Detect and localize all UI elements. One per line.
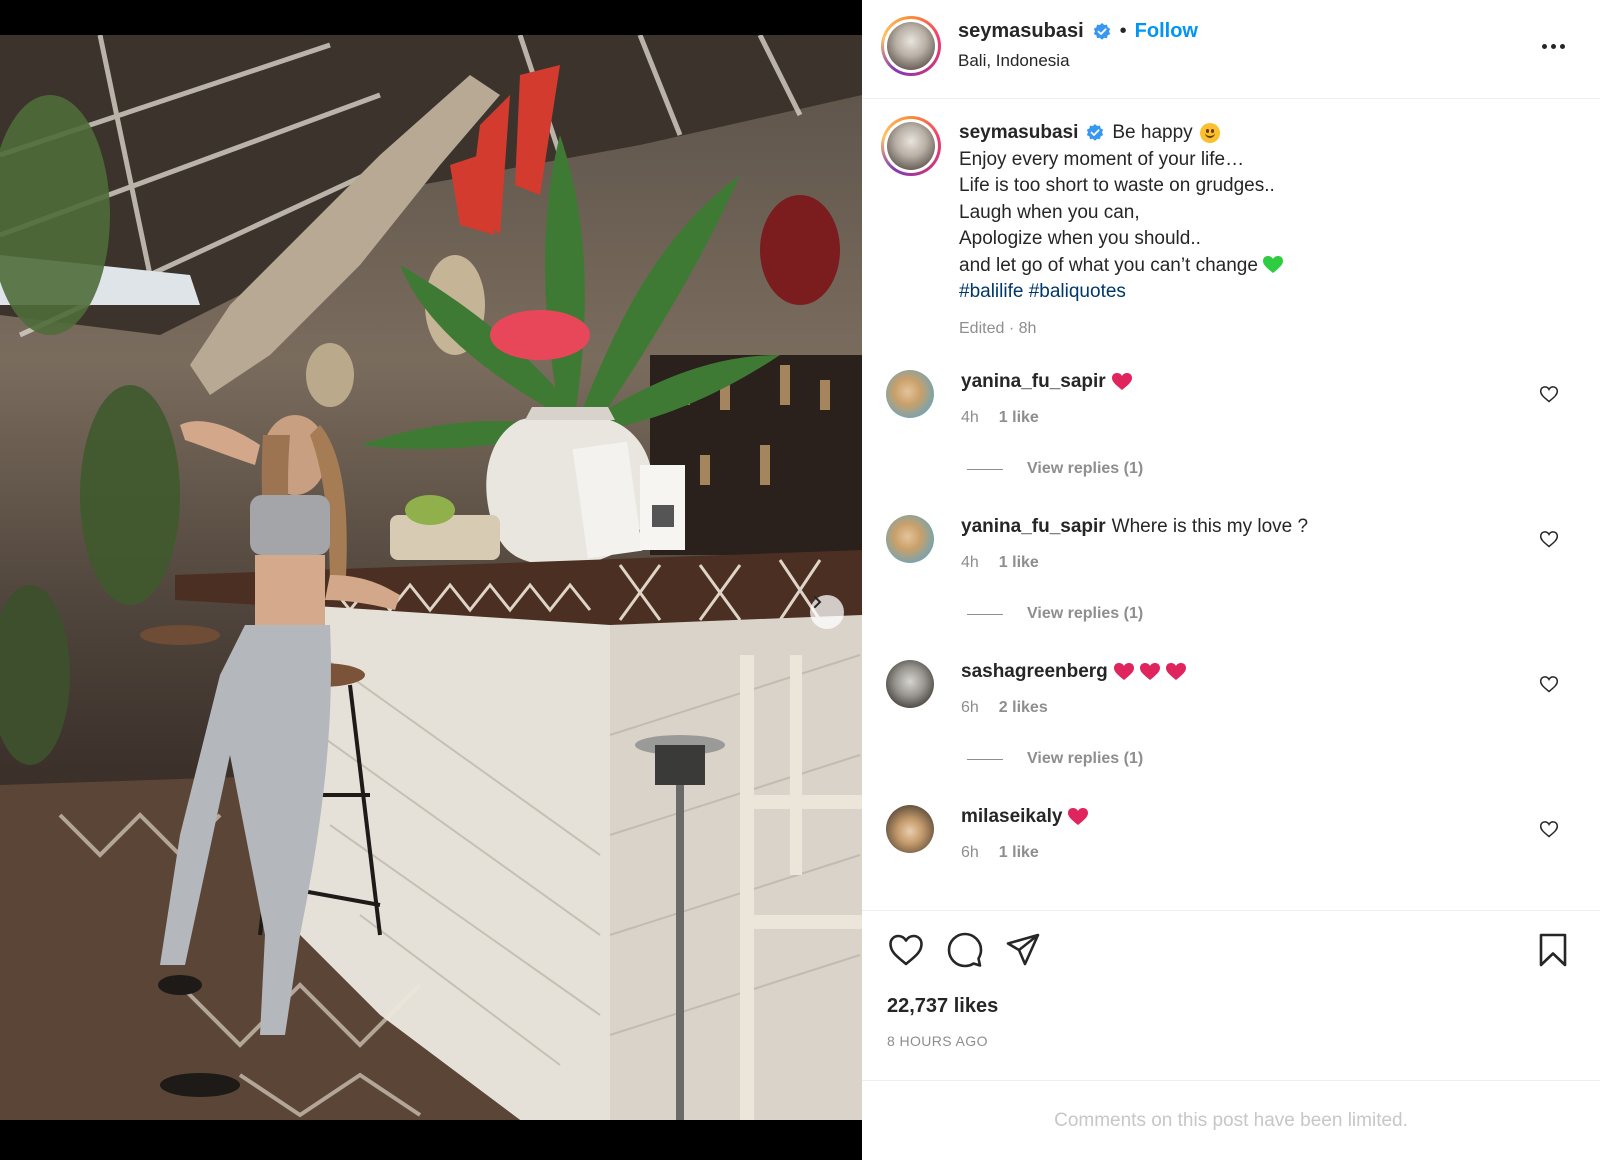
view-replies-button[interactable]: View replies (1) [967,605,1143,623]
more-options-icon[interactable] [1538,36,1568,56]
post-actions: 22,737 likes 8 HOURS AGO [862,910,1600,1080]
post-photo[interactable] [0,35,862,1120]
caption-line: Apologize when you should.. [959,228,1201,249]
comment-like-heart-icon[interactable] [1539,384,1559,404]
commenter-avatar[interactable] [886,805,934,853]
caption-username[interactable]: seymasubasi [959,120,1078,147]
view-replies-button[interactable]: View replies (1) [967,460,1143,478]
commenter-username[interactable]: yanina_fu_sapir [961,516,1106,538]
commenter-avatar[interactable] [886,660,934,708]
likes-count[interactable]: 22,737 likes [887,995,998,1018]
next-media-button[interactable] [810,595,844,629]
comment-like-heart-icon[interactable] [1539,529,1559,549]
commenter-username[interactable]: yanina_fu_sapir [961,371,1106,393]
chevron-right-icon [814,596,822,608]
caption-author-avatar[interactable] [881,116,941,176]
caption-line: Enjoy every moment of your life… [959,148,1245,170]
caption-line-with-emoji: and let go of what you can’t change [959,253,1579,280]
comment-likes[interactable]: 2 likes [999,699,1048,717]
post-time-ago: 8 HOURS AGO [887,1033,988,1049]
green-heart-emoji-icon [1263,255,1284,273]
red-heart-emoji-icon [1113,663,1134,680]
caption-line: Life is too short to waste on grudges.. [959,175,1275,196]
smiling-face-emoji-icon [1199,123,1220,144]
comment-likes[interactable]: 1 like [999,554,1039,572]
commenter-avatar[interactable] [886,515,934,563]
caption-first-line: Be happy [1112,122,1193,143]
view-replies-label: View replies (1) [1027,605,1144,622]
view-replies-label: View replies (1) [1027,460,1144,477]
red-heart-emoji-icon [1068,808,1089,825]
red-heart-emoji-icon [1139,663,1160,680]
author-username[interactable]: seymasubasi [958,20,1084,43]
post-header: seymasubasi • Follow Bali, Indonesia [862,0,1600,99]
comment-text: Where is this my love ? [1111,516,1309,537]
red-heart-emoji-icon [1111,373,1132,390]
red-heart-emoji-icon [1165,663,1186,680]
verified-badge-icon [1093,22,1110,40]
caption-line: Laugh when you can, [959,201,1140,223]
comments-limited-notice: Comments on this post have been limited. [862,1080,1600,1160]
caption-line: and let go of what you can’t change [959,254,1258,276]
commenter-avatar[interactable] [886,370,934,418]
photo-illustration [0,35,862,1120]
follow-button[interactable]: Follow [1135,20,1198,43]
comment-like-heart-icon[interactable] [1539,819,1559,839]
caption-body: seymasubasi Be happy Enjoy every moment … [959,120,1579,342]
author-avatar[interactable] [881,16,941,76]
paper-plane-icon[interactable] [1004,931,1042,969]
post-media [0,0,862,1160]
author-row: seymasubasi • Follow [958,20,1198,43]
hashtag-link[interactable]: #baliquotes [1029,281,1126,302]
verified-badge-icon [1087,124,1104,142]
comment-likes[interactable]: 1 like [999,844,1039,862]
comment-time: 6h [961,699,979,716]
comment-like-heart-icon[interactable] [1539,674,1559,694]
view-replies-label: View replies (1) [1027,750,1144,767]
comment-likes[interactable]: 1 like [999,409,1039,427]
comment-time: 6h [961,844,979,861]
post-location[interactable]: Bali, Indonesia [958,51,1070,71]
comment-time: 4h [961,554,979,571]
post-side-panel: seymasubasi • Follow Bali, Indonesia sey… [862,0,1600,1160]
comments-list: seymasubasi Be happy Enjoy every moment … [862,100,1600,910]
view-replies-button[interactable]: View replies (1) [967,750,1143,768]
hashtag-link[interactable]: #balilife [959,281,1023,302]
comment-time: 4h [961,409,979,426]
commenter-username[interactable]: milaseikaly [961,806,1062,828]
separator-dot: • [1119,20,1127,42]
heart-icon[interactable] [887,931,925,969]
caption-meta: Edited · 8h [959,319,1037,337]
comment-bubble-icon[interactable] [946,931,984,969]
commenter-username[interactable]: sashagreenberg [961,661,1108,683]
bookmark-icon[interactable] [1534,931,1572,969]
